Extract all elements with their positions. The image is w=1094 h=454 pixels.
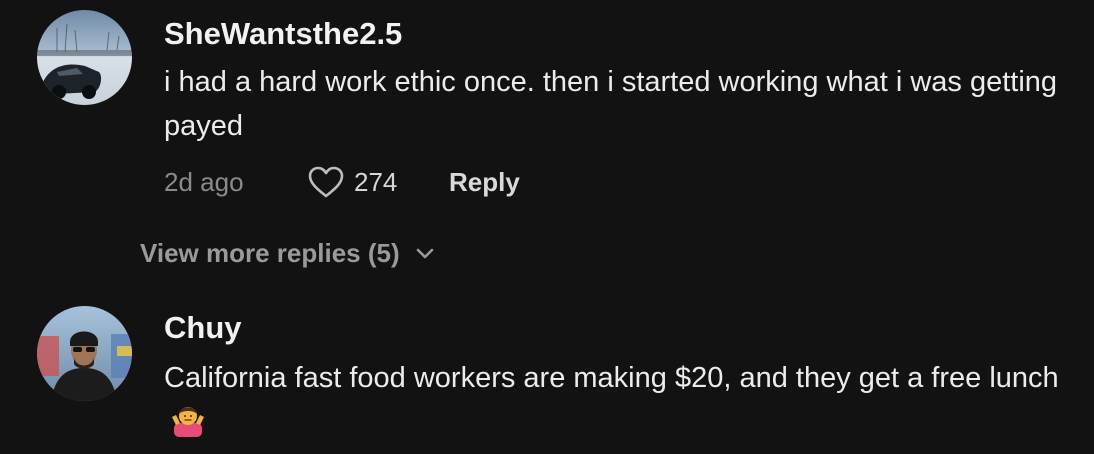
user-avatar-image [37,306,132,401]
comment-text: i had a hard work ethic once. then i sta… [164,66,1058,142]
comment-text: California fast food workers are making … [164,362,1059,394]
comment-username[interactable]: Chuy [164,310,242,346]
heart-icon [308,166,344,198]
comment-meta: 2d ago 274 Reply [164,164,764,200]
like-count: 274 [354,167,398,197]
view-more-replies-button[interactable]: View more replies (5) [140,234,436,272]
chevron-down-icon [416,248,434,259]
view-more-replies-label: View more replies (5) [140,238,400,268]
user-avatar-image [37,10,132,105]
comment-text-container: California fast food workers are making … [164,356,1064,444]
avatar[interactable] [37,306,132,401]
comments-panel: SheWantsthe2.5 i had a hard work ethic o… [0,0,1094,454]
avatar[interactable] [37,10,132,105]
comment-timestamp: 2d ago [164,167,244,197]
reply-button[interactable]: Reply [449,164,520,200]
person-shrugging-emoji [172,407,204,437]
comment-username[interactable]: SheWantsthe2.5 [164,16,402,52]
